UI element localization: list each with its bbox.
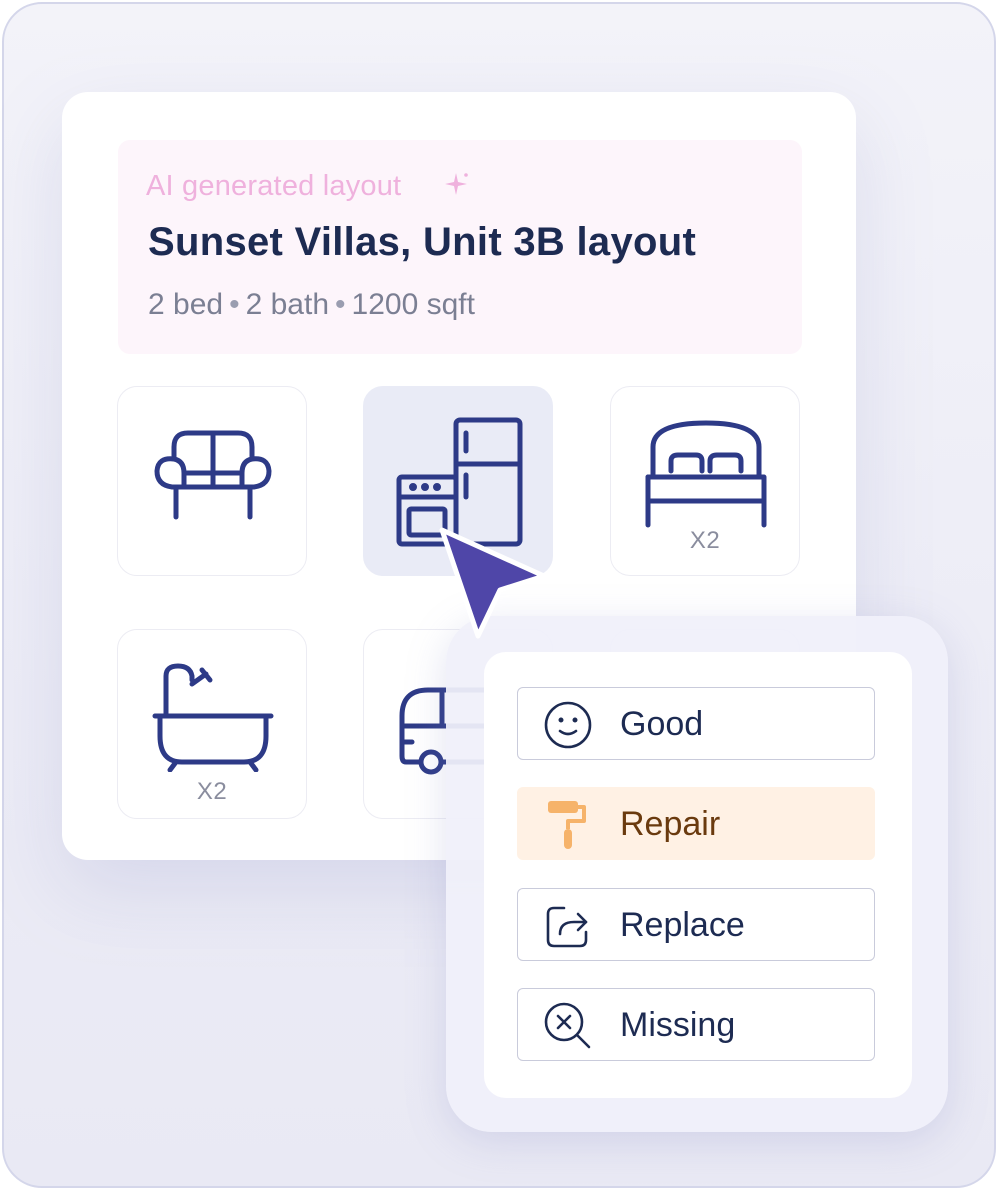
smile-icon: [544, 701, 592, 749]
option-repair-label: Repair: [620, 805, 721, 843]
missing-search-icon: [544, 1002, 591, 1049]
sofa-icon: [154, 430, 272, 520]
bathtub-count: X2: [196, 778, 228, 805]
tile-bathtub[interactable]: X2: [117, 629, 307, 819]
option-repair[interactable]: Repair: [517, 787, 875, 860]
pointer-cursor-icon: [439, 527, 547, 639]
area-size: 1200 sqft: [351, 288, 475, 321]
bathtub-icon: [152, 663, 274, 772]
separator-dot: •: [229, 288, 240, 321]
option-good[interactable]: Good: [517, 687, 875, 760]
layout-summary: 2 bed • 2 bath • 1200 sqft: [148, 288, 475, 322]
replace-arrow-icon: [546, 906, 588, 948]
separator-dot: •: [335, 288, 346, 321]
ai-generated-label: AI generated layout: [146, 170, 402, 202]
bed-icon: [645, 420, 767, 528]
bed-count: X2: [689, 527, 721, 554]
sparkle-icon: [445, 173, 468, 195]
tile-sofa[interactable]: [117, 386, 307, 576]
option-missing[interactable]: Missing: [517, 988, 875, 1061]
option-replace-label: Replace: [620, 906, 745, 944]
layout-header: AI generated layout Sunset Villas, Unit …: [118, 140, 802, 354]
baths-count: 2 bath: [245, 288, 330, 321]
option-missing-label: Missing: [620, 1006, 736, 1044]
tile-bed[interactable]: X2: [610, 386, 800, 576]
option-replace[interactable]: Replace: [517, 888, 875, 961]
page-title: Sunset Villas, Unit 3B layout: [148, 220, 697, 264]
option-good-label: Good: [620, 705, 704, 743]
beds-count: 2 bed: [148, 288, 224, 321]
paint-roller-icon: [548, 801, 586, 849]
